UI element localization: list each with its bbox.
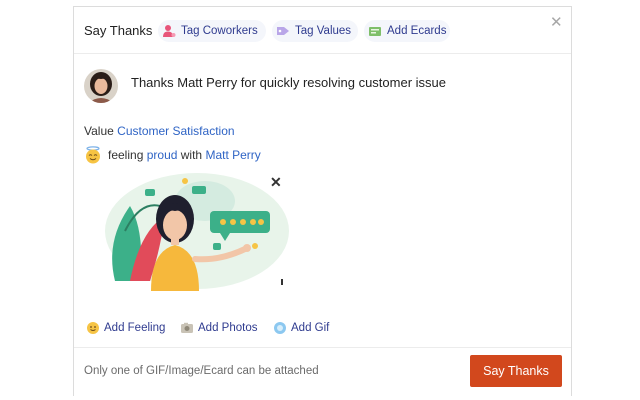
add-ecards-label: Add Ecards [387, 25, 447, 37]
feeling-value[interactable]: proud [147, 148, 178, 162]
feeling-word: feeling [108, 148, 144, 162]
feeling-line: feeling proud with Matt Perry [84, 146, 261, 164]
value-line: Value Customer Satisfaction [84, 124, 235, 138]
dialog-header: Say Thanks Tag Coworkers Tag Values Add … [74, 7, 571, 54]
value-prefix: Value [84, 124, 114, 138]
add-photos-button[interactable]: Add Photos [180, 318, 257, 338]
tag-coworkers-button[interactable]: Tag Coworkers [158, 20, 266, 42]
say-thanks-dialog: Say Thanks Tag Coworkers Tag Values Add … [73, 6, 572, 396]
gif-icon [273, 321, 287, 335]
with-person-link[interactable]: Matt Perry [205, 148, 260, 162]
dialog-footer: Only one of GIF/Image/Ecard can be attac… [74, 347, 571, 396]
tag-values-icon [276, 24, 290, 38]
with-word: with [180, 148, 203, 162]
thanks-message: Thanks Matt Perry for quickly resolving … [131, 75, 446, 90]
add-feeling-label: Add Feeling [104, 322, 166, 334]
add-photos-label: Add Photos [198, 322, 258, 334]
ecard-icon [368, 24, 382, 38]
add-ecards-button[interactable]: Add Ecards [364, 20, 450, 42]
add-feeling-button[interactable]: Add Feeling [86, 318, 165, 338]
proud-emoji-icon [86, 146, 100, 164]
attachment-hint: Only one of GIF/Image/Ecard can be attac… [84, 365, 319, 377]
tag-coworkers-icon [162, 24, 176, 38]
tag-values-button[interactable]: Tag Values [272, 20, 358, 42]
avatar [84, 69, 118, 103]
say-thanks-submit-button[interactable]: Say Thanks [470, 355, 562, 387]
tag-values-label: Tag Values [295, 25, 352, 37]
photos-icon [180, 321, 194, 335]
tag-coworkers-label: Tag Coworkers [181, 25, 258, 37]
value-link[interactable]: Customer Satisfaction [117, 124, 234, 138]
feeling-icon [86, 321, 100, 335]
add-gif-label: Add Gif [291, 322, 330, 334]
add-gif-button[interactable]: Add Gif [273, 318, 329, 338]
remove-attachment-icon[interactable]: ✕ [270, 175, 282, 189]
attachment-actions: Add Feeling Add Photos Add Gif [74, 313, 571, 343]
attached-ecard-image [85, 171, 290, 291]
close-icon[interactable]: ✕ [550, 15, 563, 30]
dialog-title: Say Thanks [84, 23, 153, 38]
